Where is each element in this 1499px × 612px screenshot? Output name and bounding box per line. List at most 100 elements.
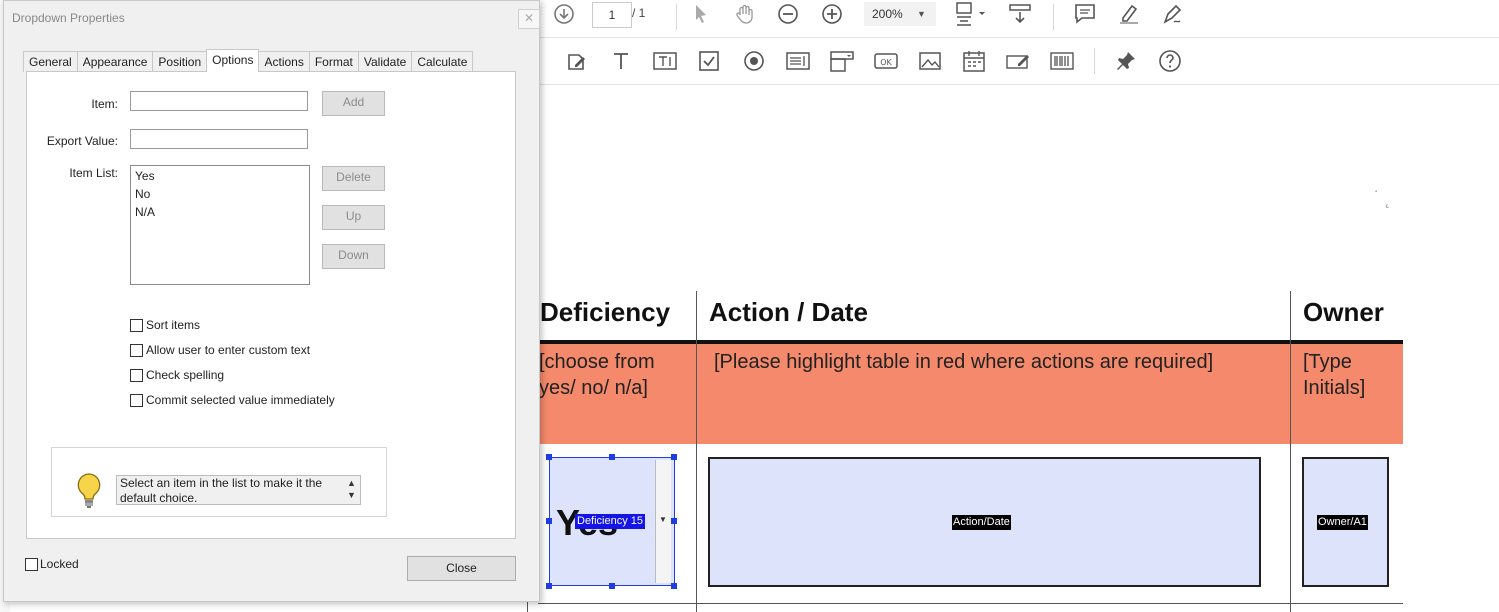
chevron-down-icon: ▼ — [659, 515, 667, 524]
next-page-icon[interactable] — [552, 2, 576, 26]
item-list-label: Item List: — [69, 166, 118, 180]
dropdown-tool-icon[interactable] — [830, 49, 854, 73]
chevron-up-icon[interactable]: ▲ — [347, 477, 356, 489]
close-button[interactable]: Close — [407, 556, 516, 581]
hint-scrollbar[interactable]: ▲ ▼ — [347, 477, 356, 501]
resize-handle[interactable] — [671, 583, 677, 589]
text-tool-icon[interactable] — [609, 49, 633, 73]
field-name-label: Deficiency 15 — [575, 514, 646, 529]
column-divider — [696, 291, 697, 612]
page-total: / 1 — [632, 6, 646, 20]
text-field-icon[interactable] — [653, 49, 677, 73]
export-value-label: Export Value: — [46, 134, 118, 148]
signature-field-icon[interactable] — [1006, 49, 1030, 73]
tab-position[interactable]: Position — [152, 51, 208, 72]
hint-text: Select an item in the list to make it th… — [116, 475, 361, 505]
custom-text-label: Allow user to enter custom text — [146, 343, 311, 357]
radio-button-tool-icon[interactable] — [742, 49, 766, 73]
up-button[interactable]: Up — [322, 205, 385, 230]
tab-validate[interactable]: Validate — [357, 51, 413, 72]
header-deficiency: Deficiency — [540, 297, 671, 327]
toolbar-divider — [1094, 48, 1095, 74]
comment-icon[interactable] — [1073, 2, 1097, 26]
sort-items-checkbox[interactable] — [130, 319, 143, 332]
page-fit-icon[interactable] — [953, 2, 989, 26]
locked-label: Locked — [40, 557, 79, 571]
zoom-level-select[interactable]: 200% ▼ — [864, 2, 936, 26]
toolbar-divider — [676, 4, 677, 30]
instruction-deficiency: [choose from yes/ no/ n/a] — [539, 351, 655, 399]
sort-items-label: Sort items — [146, 318, 201, 332]
tab-actions[interactable]: Actions — [258, 51, 310, 72]
tab-general[interactable]: General — [23, 51, 78, 72]
select-tool-icon[interactable] — [689, 2, 713, 26]
svg-text:OK: OK — [880, 58, 892, 67]
button-tool-icon[interactable]: OK — [874, 49, 898, 73]
deficiency-dropdown-field[interactable]: ▼ Yes Deficiency 15 — [549, 457, 675, 586]
chevron-down-icon: ▼ — [917, 9, 926, 19]
lightbulb-icon — [75, 472, 103, 510]
resize-handle[interactable] — [609, 454, 615, 460]
barcode-tool-icon[interactable] — [1050, 49, 1074, 73]
image-tool-icon[interactable] — [918, 49, 942, 73]
hand-tool-icon[interactable] — [733, 2, 757, 26]
locked-checkbox[interactable] — [25, 558, 38, 571]
header-action-date: Action / Date — [709, 297, 868, 327]
check-spelling-checkbox[interactable] — [130, 369, 143, 382]
list-item[interactable]: No — [135, 187, 150, 201]
checkbox-tool-icon[interactable] — [697, 49, 721, 73]
item-list[interactable]: Yes No N/A — [130, 165, 310, 285]
action-date-field[interactable]: Action/Date — [708, 457, 1261, 587]
resize-handle[interactable] — [609, 583, 615, 589]
highlight-icon[interactable] — [1117, 2, 1141, 26]
add-button[interactable]: Add — [322, 91, 385, 116]
list-item[interactable]: N/A — [135, 205, 155, 219]
export-value-input[interactable] — [130, 129, 308, 149]
commit-immediately-checkbox[interactable] — [130, 394, 143, 407]
chevron-down-icon[interactable]: ▼ — [347, 489, 356, 501]
help-icon[interactable] — [1158, 49, 1182, 73]
zoom-in-icon[interactable] — [820, 2, 844, 26]
dialog-close-button[interactable]: ✕ — [518, 9, 540, 29]
tab-calculate[interactable]: Calculate — [411, 51, 474, 72]
row-rule — [538, 603, 1403, 604]
down-button[interactable]: Down — [322, 244, 385, 269]
item-label: Item: — [91, 97, 118, 111]
instruction-action: [Please highlight table in red where act… — [714, 351, 1214, 373]
resize-handle[interactable] — [671, 518, 677, 524]
close-icon: ✕ — [523, 11, 535, 25]
resize-handle[interactable] — [671, 454, 677, 460]
dropdown-arrow-area[interactable]: ▼ — [655, 460, 671, 583]
field-name-label: Owner/A1 — [1317, 515, 1368, 530]
date-field-icon[interactable] — [962, 49, 986, 73]
field-name-label: Action/Date — [952, 515, 1011, 530]
resize-handle[interactable] — [546, 583, 552, 589]
list-box-tool-icon[interactable] — [786, 49, 810, 73]
scroll-mode-icon[interactable] — [1008, 2, 1032, 26]
list-item[interactable]: Yes — [135, 169, 155, 183]
tab-options[interactable]: Options — [206, 49, 260, 72]
pin-icon[interactable] — [1114, 49, 1138, 73]
page-text-fragment: ˙ ˛ — [1374, 188, 1391, 208]
edit-form-icon[interactable] — [565, 49, 589, 73]
tab-format[interactable]: Format — [308, 51, 359, 72]
tab-appearance[interactable]: Appearance — [76, 51, 154, 72]
zoom-out-icon[interactable] — [776, 2, 800, 26]
dialog-title: Dropdown Properties — [12, 11, 125, 25]
dialog-tabs: General Appearance Position Options Acti… — [23, 49, 474, 72]
instruction-owner: [Type Initials] — [1303, 351, 1366, 399]
column-divider — [1290, 291, 1291, 612]
commit-immediately-label: Commit selected value immediately — [146, 393, 335, 407]
resize-handle[interactable] — [546, 454, 552, 460]
delete-button[interactable]: Delete — [322, 166, 385, 191]
zoom-level-value: 200% — [872, 7, 903, 21]
sign-icon[interactable] — [1161, 2, 1185, 26]
custom-text-checkbox[interactable] — [130, 344, 143, 357]
check-spelling-label: Check spelling — [146, 368, 225, 382]
resize-handle[interactable] — [546, 518, 552, 524]
page-number-input[interactable]: 1 — [592, 2, 632, 28]
toolbar-divider — [1053, 4, 1054, 30]
item-input[interactable] — [130, 91, 308, 111]
header-owner: Owner — [1303, 297, 1384, 327]
owner-field[interactable]: Owner/A1 — [1302, 457, 1389, 587]
